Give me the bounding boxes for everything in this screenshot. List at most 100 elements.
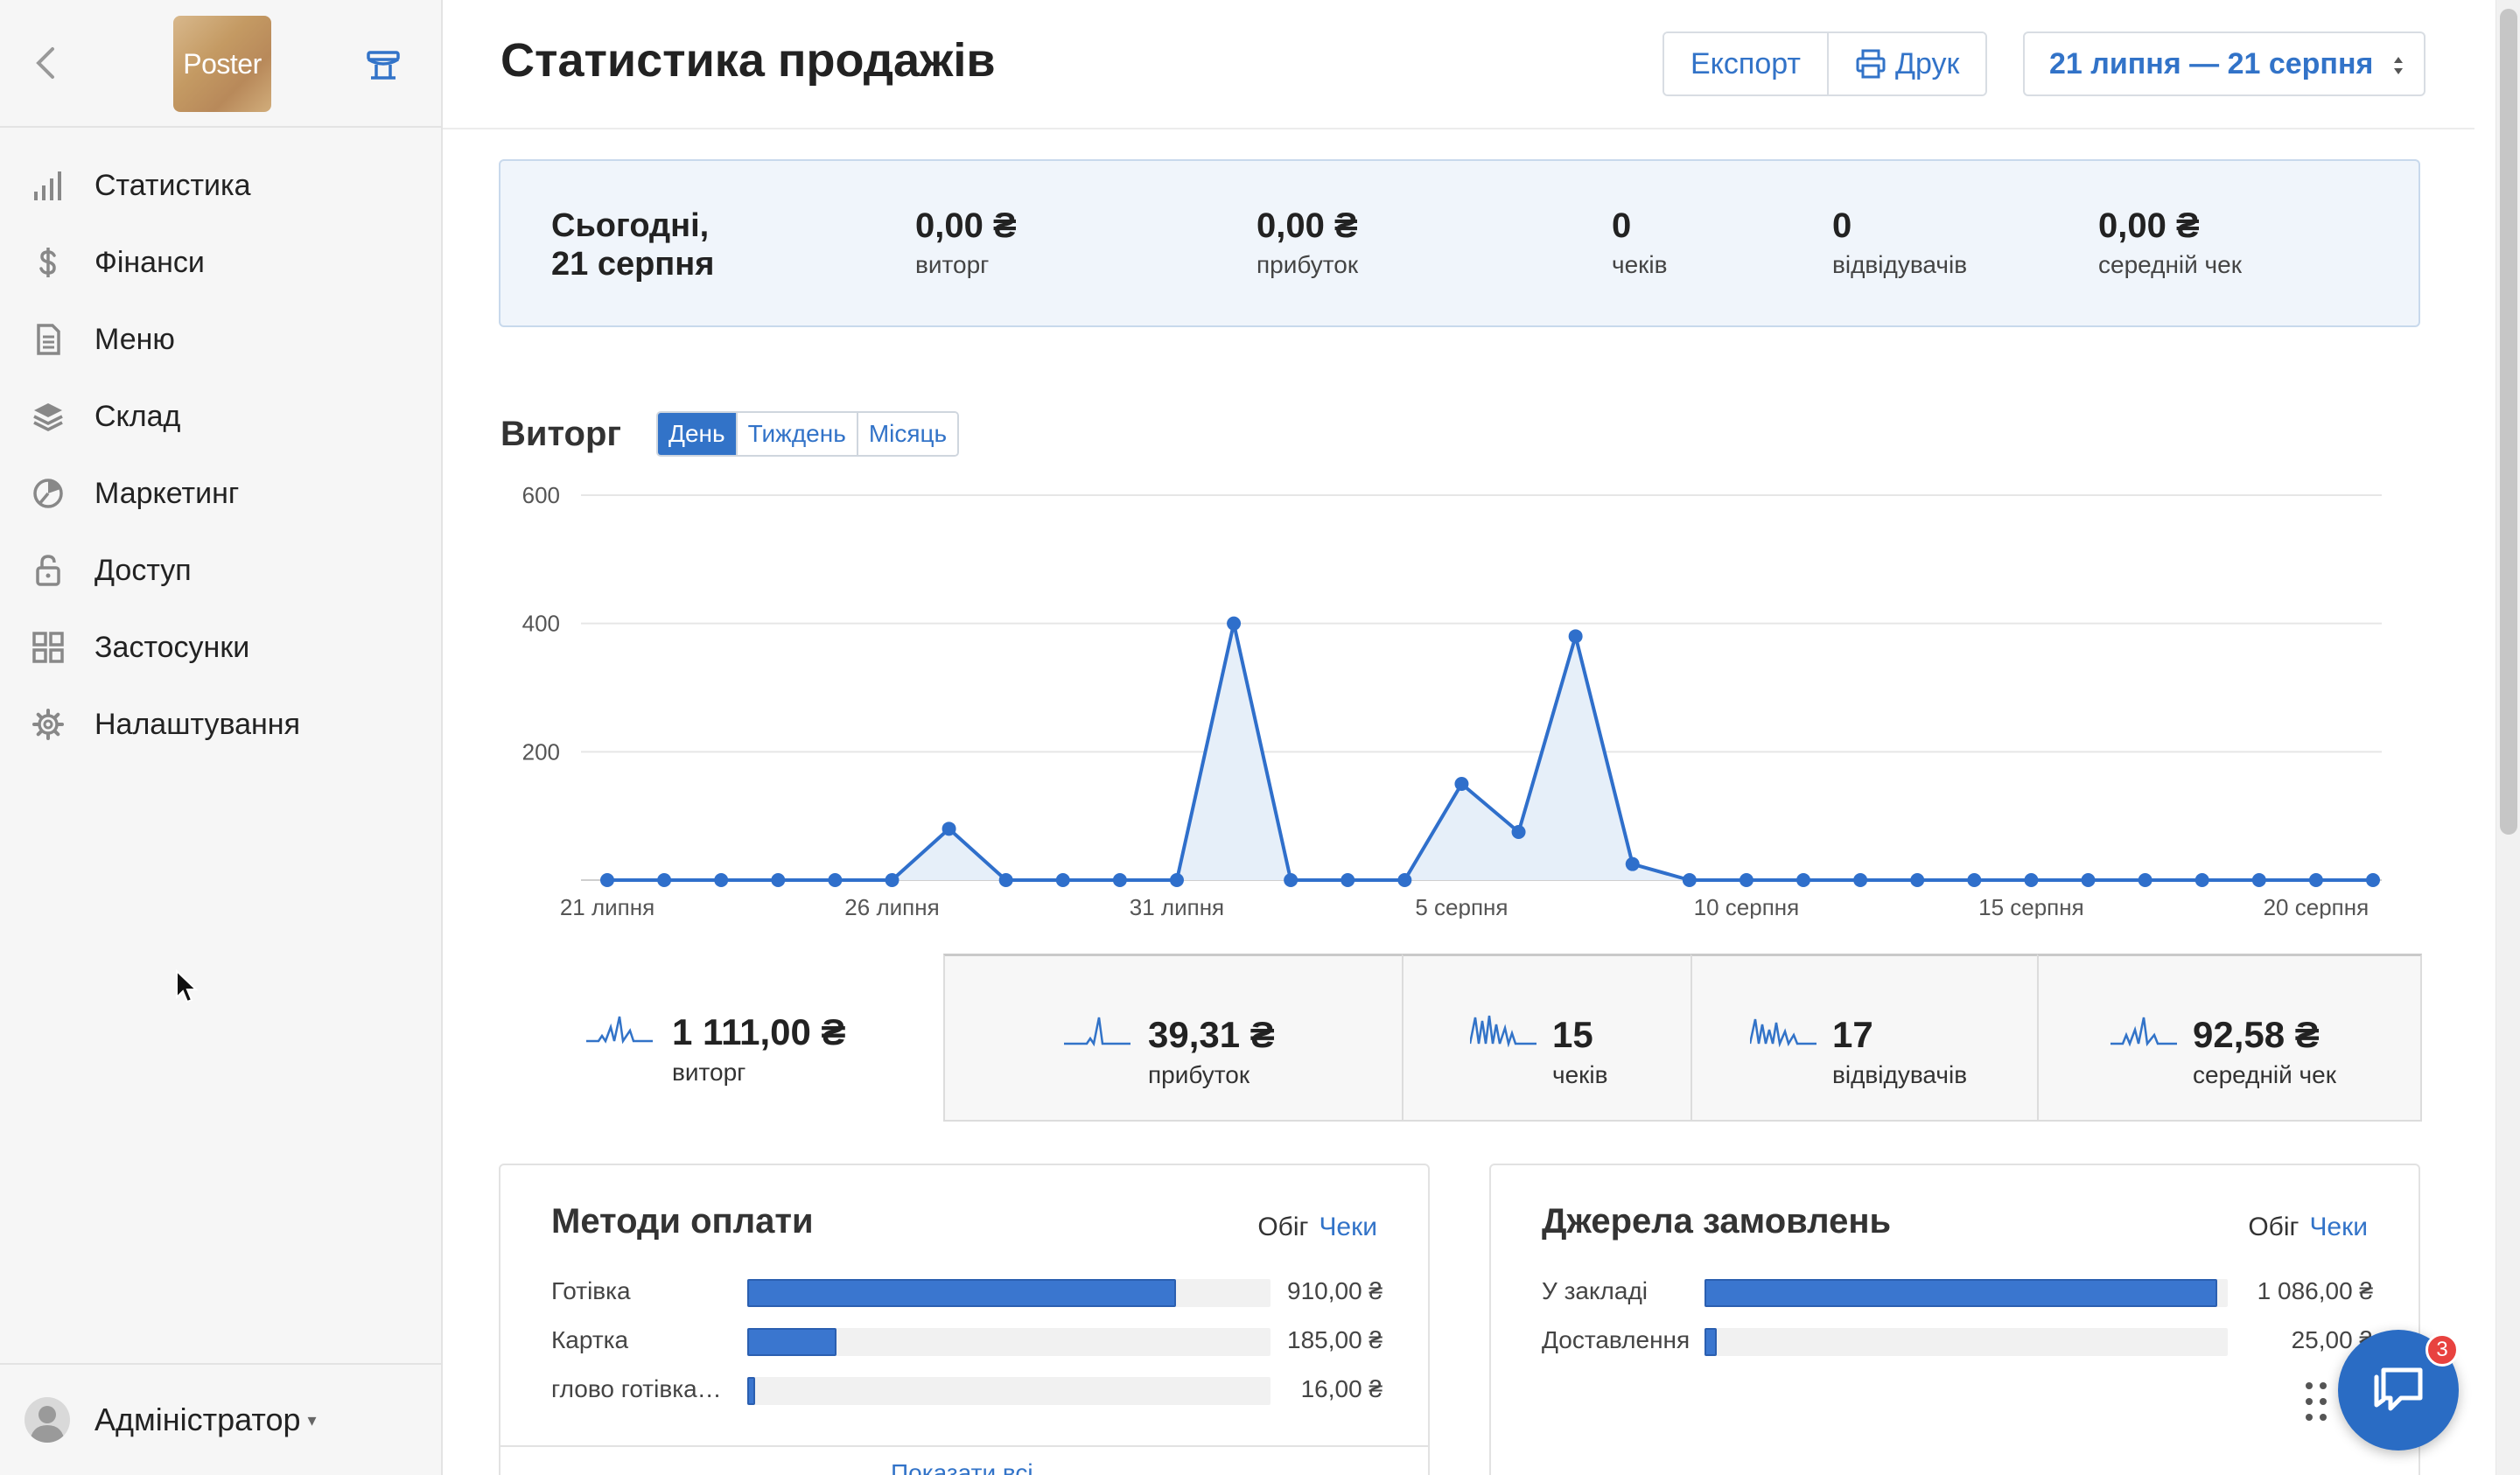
lock-icon [32,554,65,587]
turnover-toggle[interactable]: Обіг [2248,1213,2299,1241]
period-month-button[interactable]: Місяць [856,413,958,455]
logo[interactable]: Poster [173,16,271,112]
sidebar-top: Poster [0,0,441,128]
data-point [2366,873,2380,887]
list-item: Готівка 910,00 ₴ [551,1274,1382,1309]
receipts-toggle[interactable]: Чеки [2309,1213,2368,1241]
revenue-title: Виторг [500,415,622,453]
total-value: 92,58 ₴ [2193,1014,2320,1055]
stat-label: відвідувачів [1832,251,1968,278]
total-profit[interactable]: 39,31 ₴ прибуток [943,954,1404,1122]
print-button[interactable]: Друк [1827,33,1986,94]
pos-terminal-icon [367,51,400,80]
dollar-icon [32,246,65,279]
pie-chart-icon [32,477,65,510]
card-title: Джерела замовлень [1542,1202,1892,1241]
sidebar-item-access[interactable]: Доступ [0,532,441,609]
row-amount: 1 086,00 ₴ [2257,1277,2373,1304]
data-point [1112,873,1127,887]
sidebar-item-settings[interactable]: Налаштування [0,686,441,763]
back-button[interactable] [28,42,63,84]
bar-fill [747,1377,755,1405]
data-point [1739,873,1754,887]
today-title: Сьогодні, 21 серпня [551,206,714,283]
sparkline-icon [1470,1015,1536,1047]
drag-handle-icon[interactable] [2303,1381,2329,1423]
sort-arrows-icon [2394,57,2403,74]
stat-label: виторг [915,251,990,278]
scrollbar[interactable] [2496,0,2520,1475]
payment-methods-card: Методи оплати Обіг Чеки Готівка 910,00 ₴ … [499,1164,1430,1475]
bar-track [1704,1279,2228,1307]
date-range-picker[interactable]: 21 липня — 21 серпня [2023,31,2426,96]
total-average-check[interactable]: 92,58 ₴ середній чек [2037,954,2422,1122]
data-point [2024,873,2039,887]
today-stat-profit: 0,00 ₴ прибуток [1256,206,1358,279]
y-tick-label: 600 [522,482,560,508]
stat-label: середній чек [2098,251,2242,278]
total-revenue[interactable]: 1 111,00 ₴ виторг [500,954,943,1122]
turnover-toggle[interactable]: Обіг [1257,1213,1308,1241]
sidebar-item-warehouse[interactable]: Склад [0,378,441,455]
user-menu[interactable]: Адміністратор ▾ [0,1363,441,1475]
data-point [2308,873,2323,887]
sidebar-item-label: Фінанси [94,245,205,279]
sidebar-item-marketing[interactable]: Маркетинг [0,455,441,532]
period-totals: 1 111,00 ₴ виторг 39,31 ₴ прибуток 15 че… [500,954,2422,1122]
chevron-left-icon [36,47,54,79]
sidebar-item-menu[interactable]: Меню [0,301,441,378]
sidebar-item-label: Маркетинг [94,476,240,510]
bar-fill [1704,1279,2218,1307]
stat-value: 0 [1832,206,1852,245]
mouse-cursor-icon [176,969,198,1003]
user-icon [30,1406,65,1443]
row-amount: 910,00 ₴ [1287,1277,1382,1304]
show-all-link[interactable]: Показати всі [891,1459,1033,1475]
data-point [1284,873,1298,887]
total-value: 1 111,00 ₴ [672,1011,846,1052]
x-tick-label: 21 липня [560,894,654,919]
caret-down-icon: ▾ [307,1410,317,1430]
row-name: Готівка [551,1277,631,1304]
receipts-toggle[interactable]: Чеки [1319,1213,1377,1241]
today-stat-visitors: 0 відвідувачів [1832,206,1967,279]
sidebar-item-statistics[interactable]: Статистика [0,147,441,224]
export-button[interactable]: Експорт [1664,33,1827,94]
data-point [942,821,956,836]
grid-icon [32,631,65,664]
data-point [1853,873,1868,887]
total-label: відвідувачів [1832,1061,1968,1088]
x-tick-label: 31 липня [1130,894,1224,919]
sidebar-item-finance[interactable]: Фінанси [0,224,441,301]
total-visitors[interactable]: 17 відвідувачів [1690,954,2039,1122]
stat-label: чеків [1612,251,1668,278]
total-receipts[interactable]: 15 чеків [1402,954,1692,1122]
list-item: Картка 185,00 ₴ [551,1323,1382,1358]
total-value: 39,31 ₴ [1148,1014,1275,1055]
data-point [1967,873,1982,887]
bar-track [1704,1328,2228,1356]
page-title: Статистика продажів [500,34,996,87]
period-week-button[interactable]: Тиждень [735,413,857,455]
order-sources-card: Джерела замовлень Обіг Чеки У закладі 1 0… [1489,1164,2420,1475]
period-day-button[interactable]: День [658,413,736,455]
x-tick-label: 26 липня [844,894,939,919]
row-name: Картка [551,1326,629,1353]
data-point [1796,873,1811,887]
today-stat-receipts: 0 чеків [1612,206,1668,279]
today-summary: Сьогодні, 21 серпня 0,00 ₴ виторг 0,00 ₴ п… [499,159,2420,327]
data-point [885,873,900,887]
card-title: Методи оплати [551,1202,814,1241]
bar-fill [747,1328,836,1356]
card-toggle: Обіг Чеки [2248,1213,2368,1242]
sidebar-item-apps[interactable]: Застосунки [0,609,441,686]
scrollbar-thumb[interactable] [2500,9,2517,835]
sidebar-item-label: Статистика [94,168,251,202]
sidebar-nav: Статистика Фінанси Меню Склад Маркетинг [0,128,441,763]
sidebar-item-label: Меню [94,322,175,356]
data-point [1340,873,1355,887]
pos-terminal-button[interactable] [364,45,402,84]
period-selector: День Тиждень Місяць [656,411,960,457]
data-point [2194,873,2209,887]
data-point [1055,873,1070,887]
